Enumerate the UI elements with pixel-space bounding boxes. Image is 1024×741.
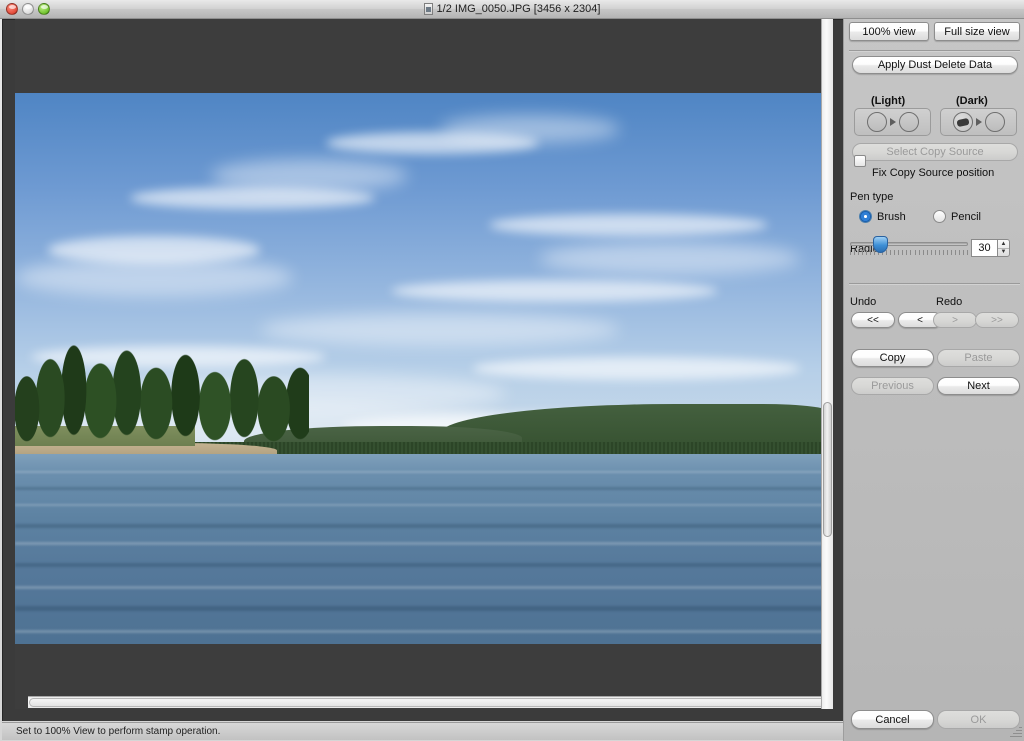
dark-blob-icon[interactable] [952, 112, 973, 132]
water [15, 453, 833, 644]
water-ripple [15, 629, 833, 633]
redo-button[interactable]: > [933, 312, 977, 328]
dark-group-label: (Dark) [956, 95, 988, 107]
document-icon [423, 3, 433, 15]
arrow-right-icon [975, 118, 982, 126]
light-group-label: (Light) [871, 95, 906, 107]
light-stamp-group[interactable] [854, 108, 931, 136]
light-blob-icon[interactable] [866, 112, 887, 132]
image-viewer[interactable] [2, 19, 843, 721]
divider [849, 283, 1020, 284]
vertical-scrollbar[interactable] [821, 19, 833, 709]
photo[interactable] [15, 93, 833, 644]
copy-button[interactable]: Copy [851, 349, 934, 367]
radius-stepper-up[interactable]: ▲ [998, 240, 1009, 249]
view-100-button[interactable]: 100% view [849, 22, 929, 41]
application-window: 1/2 IMG_0050.JPG [3456 x 2304] Set to 10… [0, 0, 1024, 741]
pen-type-label: Pen type [850, 191, 894, 203]
fix-copy-source-checkbox[interactable] [854, 155, 866, 167]
water-ripple [15, 541, 833, 545]
water-ripple [15, 504, 833, 507]
title-container: 1/2 IMG_0050.JPG [3456 x 2304] [0, 0, 1024, 18]
water-ripple [15, 471, 833, 474]
paste-button[interactable]: Paste [937, 349, 1020, 367]
water-ripple [15, 562, 833, 567]
undo-all-button[interactable]: << [851, 312, 895, 328]
pine-forest [15, 313, 310, 446]
cloud [440, 115, 621, 143]
pen-type-brush-radio[interactable] [859, 210, 872, 223]
window-title: 1/2 IMG_0050.JPG [3456 x 2304] [436, 3, 601, 15]
horizontal-scrollbar[interactable] [28, 696, 833, 708]
stamp-tool-panel: 100% view Full size view Apply Dust Dele… [843, 19, 1024, 741]
radius-slider-thumb[interactable] [872, 236, 888, 253]
redo-all-button[interactable]: >> [975, 312, 1019, 328]
cancel-button[interactable]: Cancel [851, 710, 934, 729]
divider [849, 50, 1020, 51]
next-button[interactable]: Next [937, 377, 1020, 395]
pen-type-brush-label[interactable]: Brush [877, 211, 906, 223]
fix-copy-source-label[interactable]: Fix Copy Source position [872, 167, 994, 179]
status-message: Set to 100% View to perform stamp operat… [16, 726, 221, 737]
image-canvas[interactable] [15, 19, 833, 709]
water-ripple [15, 605, 833, 611]
resize-grip[interactable] [1008, 725, 1022, 739]
redo-label: Redo [936, 296, 963, 308]
radius-stepper-down[interactable]: ▼ [998, 249, 1009, 257]
radius-slider-track[interactable] [850, 242, 968, 246]
cloud [15, 258, 294, 297]
undo-label: Undo [850, 296, 877, 308]
pen-type-pencil-label[interactable]: Pencil [951, 211, 981, 223]
pen-type-pencil-radio[interactable] [933, 210, 946, 223]
full-size-view-button[interactable]: Full size view [934, 22, 1020, 41]
radius-slider-ticks [850, 250, 968, 255]
water-ripple [15, 486, 833, 490]
horizontal-scrollbar-thumb[interactable] [29, 698, 833, 707]
cloud [473, 357, 801, 380]
apply-dust-delete-data-button[interactable]: Apply Dust Delete Data [852, 56, 1018, 74]
arrow-right-icon [889, 118, 896, 126]
previous-button[interactable]: Previous [851, 377, 934, 395]
vertical-scrollbar-thumb[interactable] [823, 402, 832, 537]
radius-value-field[interactable]: 30 [971, 239, 997, 257]
title-bar: 1/2 IMG_0050.JPG [3456 x 2304] [0, 0, 1024, 19]
empty-circle-icon[interactable] [984, 112, 1005, 132]
dark-stamp-group[interactable] [940, 108, 1017, 136]
water-ripple [15, 524, 833, 529]
cloud [538, 241, 801, 275]
empty-circle-icon[interactable] [898, 112, 919, 132]
radius-stepper[interactable]: ▲ ▼ [997, 239, 1010, 257]
status-bar: Set to 100% View to perform stamp operat… [2, 722, 843, 740]
select-copy-source-button[interactable]: Select Copy Source [852, 143, 1018, 161]
water-ripple [15, 585, 833, 589]
cloud [211, 159, 408, 193]
